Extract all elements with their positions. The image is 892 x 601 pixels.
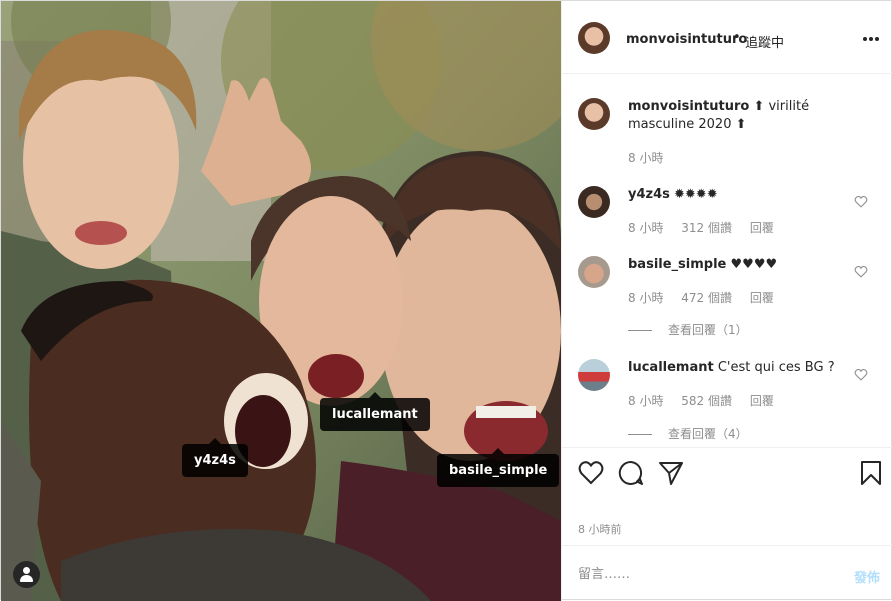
- reply-button[interactable]: 回覆: [750, 291, 774, 305]
- caption-avatar[interactable]: [578, 98, 610, 130]
- comment-text: ♥♥♥♥: [730, 257, 778, 272]
- tagged-user-icon-body: [20, 575, 33, 582]
- view-replies-label: 查看回覆（4）: [668, 427, 748, 441]
- comment-input[interactable]: [578, 564, 828, 584]
- comment-meta: 8 小時 472 個讚 回覆: [628, 289, 788, 306]
- heart-icon[interactable]: [854, 196, 868, 208]
- caption-username[interactable]: monvoisintuturo: [628, 99, 749, 114]
- photo-tag-y4z4s[interactable]: y4z4s: [182, 438, 248, 477]
- photo-tag-username: basile_simple: [449, 463, 548, 478]
- follow-status-button[interactable]: 追蹤中: [745, 32, 784, 51]
- comment-likes[interactable]: 312 個讚: [681, 221, 732, 235]
- heart-icon[interactable]: [854, 266, 868, 278]
- comment-likes[interactable]: 472 個讚: [681, 291, 732, 305]
- comment-avatar[interactable]: [578, 256, 610, 288]
- comment-text-block: y4z4s ✹✹✹✹: [628, 186, 848, 204]
- comment-text: C'est qui ces BG ?: [717, 360, 835, 375]
- comment-icon[interactable]: [618, 460, 644, 486]
- post-photo[interactable]: lucallemant y4z4s basile_simple: [1, 1, 561, 601]
- comment-time[interactable]: 8 小時: [628, 291, 663, 305]
- comment-meta: 8 小時 312 個讚 回覆: [628, 219, 788, 236]
- comment-text-block: basile_simple ♥♥♥♥: [628, 256, 848, 274]
- post-comment-button[interactable]: 發佈: [854, 567, 880, 586]
- photo-tag-username: lucallemant: [332, 407, 418, 422]
- comment-likes[interactable]: 582 個讚: [681, 394, 732, 408]
- comment-text-block: lucallemant C'est qui ces BG ?: [628, 359, 848, 377]
- header-separator: •: [733, 30, 741, 45]
- tagged-user-icon[interactable]: [13, 561, 40, 588]
- comment-meta: 8 小時 582 個讚 回覆: [628, 392, 788, 409]
- tagged-user-icon-head: [23, 567, 30, 574]
- more-options-icon[interactable]: [863, 37, 879, 41]
- post-header: monvoisintuturo • 追蹤中: [562, 1, 892, 74]
- caption-time[interactable]: 8 小時: [628, 151, 663, 165]
- author-avatar[interactable]: [578, 22, 610, 54]
- view-replies-label: 查看回覆（1）: [668, 323, 748, 337]
- comment-time[interactable]: 8 小時: [628, 394, 663, 408]
- comment-username[interactable]: y4z4s: [628, 187, 670, 202]
- photo-tag-lucallemant[interactable]: lucallemant: [320, 392, 430, 431]
- photo-tag-basile-simple[interactable]: basile_simple: [437, 448, 560, 487]
- heart-icon[interactable]: [578, 460, 604, 486]
- view-replies-button[interactable]: 查看回覆（4）: [628, 425, 748, 442]
- reply-button[interactable]: 回覆: [750, 394, 774, 408]
- caption-meta: 8 小時: [628, 149, 677, 166]
- photo-tag-username: y4z4s: [194, 453, 236, 468]
- post-timestamp[interactable]: 8 小時前: [578, 521, 622, 537]
- comment-avatar[interactable]: [578, 359, 610, 391]
- comment-time[interactable]: 8 小時: [628, 221, 663, 235]
- comment-text: ✹✹✹✹: [674, 187, 718, 202]
- comment-username[interactable]: basile_simple: [628, 257, 726, 272]
- author-username[interactable]: monvoisintuturo: [626, 32, 747, 47]
- comment-form: 發佈: [562, 545, 892, 601]
- view-replies-line: [628, 330, 652, 331]
- comment-avatar[interactable]: [578, 186, 610, 218]
- view-replies-button[interactable]: 查看回覆（1）: [628, 321, 748, 338]
- post-sidebar: monvoisintuturo • 追蹤中 monvoisintuturo ⬆ …: [561, 1, 892, 601]
- post-actions: [562, 447, 892, 497]
- comment-username[interactable]: lucallemant: [628, 360, 714, 375]
- photo-illustration: [1, 1, 561, 601]
- heart-icon[interactable]: [854, 369, 868, 381]
- instagram-post: lucallemant y4z4s basile_simple monvoisi…: [0, 0, 892, 601]
- view-replies-line: [628, 434, 652, 435]
- caption-text-block: monvoisintuturo ⬆ virilité masculine 202…: [628, 98, 848, 134]
- share-icon[interactable]: [658, 460, 684, 486]
- reply-button[interactable]: 回覆: [750, 221, 774, 235]
- bookmark-icon[interactable]: [858, 460, 884, 486]
- comments-list[interactable]: monvoisintuturo ⬆ virilité masculine 202…: [562, 75, 892, 447]
